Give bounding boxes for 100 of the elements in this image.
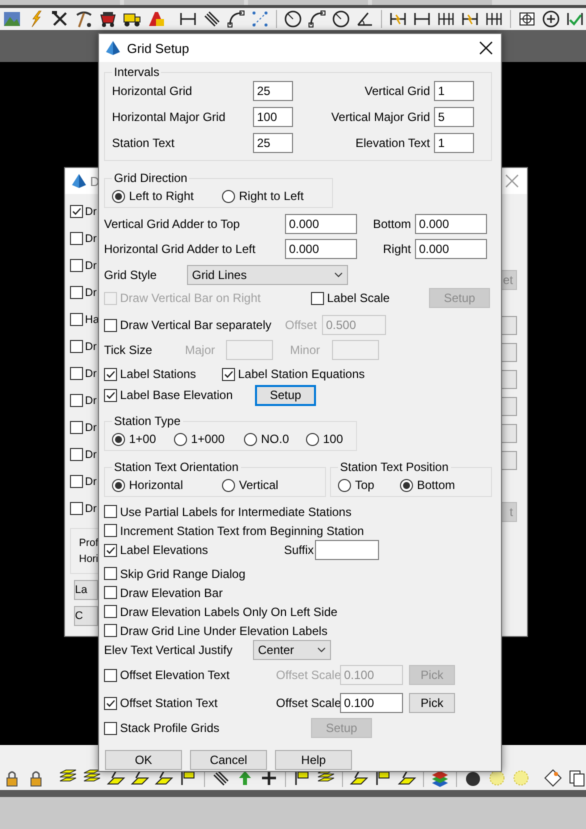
radio-label: Right to Left: [239, 189, 304, 203]
checkbox-label: Stack Profile Grids: [120, 721, 220, 735]
input-field[interactable]: 0.000: [415, 239, 487, 259]
dialog-button[interactable]: La: [74, 580, 98, 600]
checkbox-label: Label Station Equations: [238, 367, 365, 381]
input-field[interactable]: 1: [434, 81, 474, 101]
checkbox-label: Dr: [85, 232, 97, 244]
field-label: Horizontal Grid Adder to Left: [104, 242, 256, 256]
input-field[interactable]: 25: [253, 133, 293, 153]
checkbox[interactable]: [104, 524, 117, 537]
group-title: Station Text Orientation: [113, 460, 240, 474]
field-label: Horizontal Grid: [112, 84, 194, 98]
radio-label: Vertical: [239, 478, 278, 492]
group-label: Prof: [79, 537, 100, 549]
checkbox[interactable]: [104, 624, 117, 637]
arc-icon[interactable]: [226, 9, 246, 29]
field-label: Suffix: [284, 543, 315, 557]
radio-button[interactable]: [244, 432, 257, 446]
checkbox-label: Draw Elevation Bar: [120, 586, 223, 600]
suffix-field[interactable]: [315, 540, 379, 560]
checkbox[interactable]: [311, 292, 324, 304]
input-field[interactable]: 0.000: [415, 214, 487, 234]
arc-icon[interactable]: [307, 9, 327, 29]
justify-dropdown[interactable]: Center: [253, 640, 331, 660]
cart-icon[interactable]: [98, 9, 118, 29]
radio-button[interactable]: [222, 478, 235, 492]
checkbox[interactable]: [104, 586, 117, 599]
pick-button[interactable]: Pick: [409, 693, 455, 713]
input-field[interactable]: 1: [434, 133, 474, 153]
radio-button[interactable]: [400, 478, 413, 492]
checkbox-label: Dr: [85, 206, 97, 218]
checkbox[interactable]: [104, 605, 117, 618]
diamond-icon[interactable]: [543, 768, 563, 788]
circle-icon[interactable]: [331, 9, 351, 29]
field-label: Vertical Major Grid: [330, 110, 431, 124]
block-icon[interactable]: [146, 9, 166, 29]
radio-button[interactable]: [112, 190, 125, 202]
field-label: Grid Style: [104, 268, 158, 282]
dialog-button[interactable]: C: [74, 606, 98, 626]
checkbox[interactable]: [70, 259, 83, 272]
checkbox[interactable]: [104, 368, 117, 380]
checkbox[interactable]: [70, 367, 83, 380]
landscape-icon[interactable]: [2, 9, 22, 29]
plus-circle-icon[interactable]: [541, 9, 561, 29]
sheets-icon[interactable]: [567, 768, 586, 788]
field-label: Station Text: [112, 136, 176, 150]
input-field[interactable]: 0.000: [285, 214, 357, 234]
input-field[interactable]: 100: [253, 107, 293, 127]
radio-button[interactable]: [306, 432, 319, 446]
pyramid-icon: [71, 173, 87, 189]
field-label: Elev Text Vertical Justify: [104, 643, 234, 657]
radio-button[interactable]: [338, 478, 351, 492]
input-field[interactable]: 0.000: [285, 239, 357, 259]
checkbox-label: Dr: [85, 448, 97, 460]
grid-style-dropdown[interactable]: Grid Lines: [187, 265, 348, 285]
checkbox[interactable]: [104, 696, 117, 710]
checkbox-label: Dr: [85, 422, 97, 434]
checkbox[interactable]: [104, 544, 117, 556]
checkbox[interactable]: [104, 722, 117, 734]
field-label: Offset: [285, 318, 318, 332]
input-field[interactable]: 25: [253, 81, 293, 101]
diagonal-icon[interactable]: [202, 9, 222, 29]
offset-scale-field[interactable]: 0.100: [340, 693, 403, 713]
field-label: Horizontal Major Grid: [112, 110, 226, 124]
checkbox[interactable]: [104, 318, 117, 332]
checkbox-label: Dr: [85, 476, 97, 488]
checkbox[interactable]: [70, 232, 83, 245]
window-title: Grid Setup: [127, 40, 190, 56]
checkbox[interactable]: [70, 205, 83, 218]
points-icon[interactable]: [250, 9, 270, 29]
dotted-circle-icon[interactable]: [511, 768, 531, 788]
checkbox[interactable]: [104, 567, 117, 580]
checkbox[interactable]: [70, 502, 83, 515]
checkbox-label: Offset Station Text: [120, 696, 218, 710]
input-field[interactable]: 5: [434, 107, 474, 127]
checkbox-label: Draw Grid Line Under Elevation Labels: [120, 624, 328, 638]
setup-button[interactable]: Setup: [255, 384, 316, 406]
dialog-button[interactable]: Help: [275, 750, 352, 770]
group-title: Intervals: [113, 65, 160, 79]
group-title: Station Text Position: [339, 460, 450, 474]
checkbox[interactable]: [70, 394, 83, 407]
pickaxe-icon[interactable]: [74, 9, 94, 29]
checkbox[interactable]: [70, 340, 83, 353]
dialog-button[interactable]: Cancel: [190, 750, 267, 770]
checkbox[interactable]: [104, 388, 117, 402]
checkbox[interactable]: [70, 448, 83, 461]
checkbox[interactable]: [70, 475, 83, 488]
radio-button[interactable]: [222, 190, 235, 202]
radio-button[interactable]: [112, 478, 125, 492]
checkbox[interactable]: [222, 368, 235, 380]
checkbox[interactable]: [70, 421, 83, 434]
radio-button[interactable]: [174, 432, 187, 446]
checkbox[interactable]: [70, 313, 83, 326]
close-icon[interactable]: [479, 41, 493, 55]
checkbox[interactable]: [104, 505, 117, 518]
circle-icon[interactable]: [283, 9, 303, 29]
checkbox[interactable]: [70, 286, 83, 299]
dialog-button[interactable]: OK: [105, 750, 182, 770]
radio-button[interactable]: [112, 432, 125, 446]
pyramid-icon: [105, 40, 121, 56]
